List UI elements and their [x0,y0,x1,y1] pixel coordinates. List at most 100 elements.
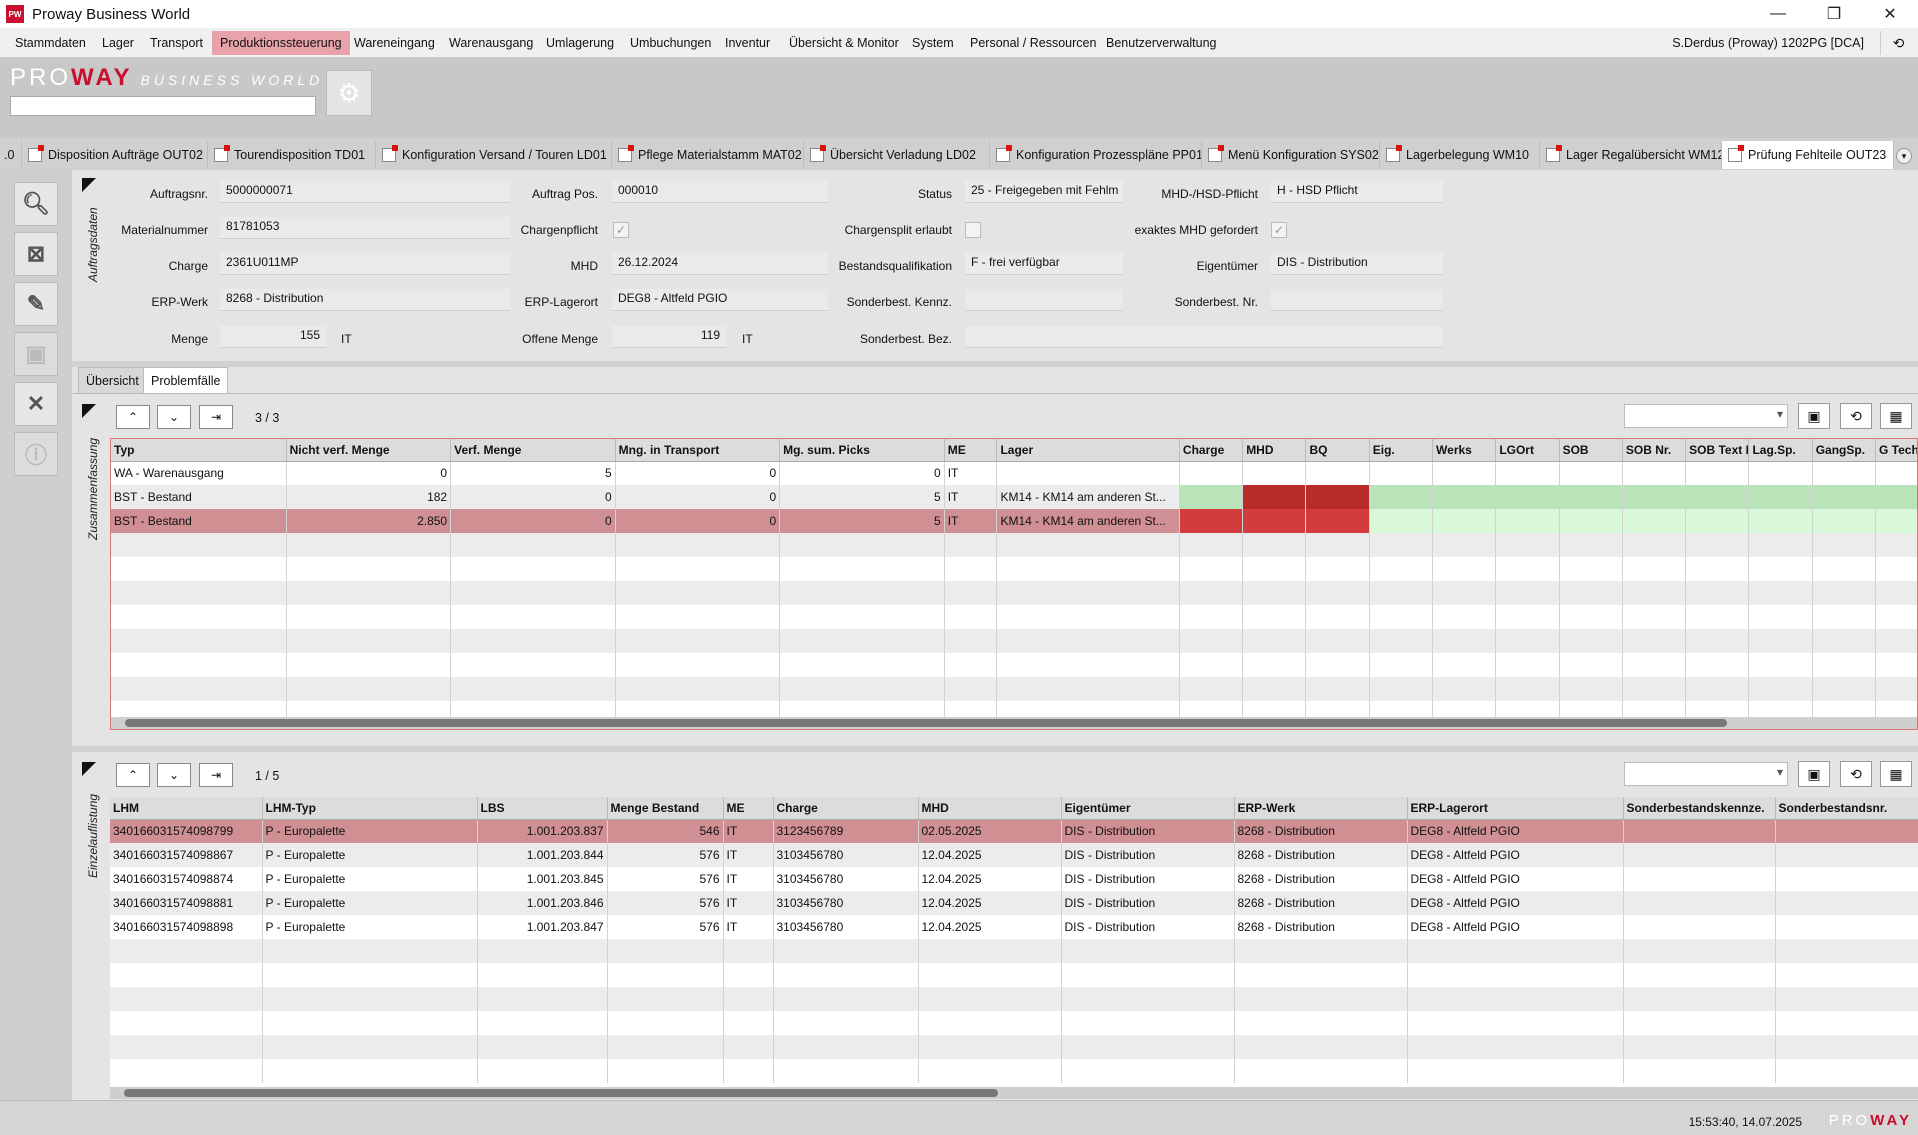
column-header[interactable]: SOB Nr. [1622,439,1687,462]
tab-menue-konfiguration[interactable]: Menü Konfiguration SYS02 [1202,141,1380,169]
column-header[interactable]: ME [944,439,998,462]
table-row[interactable]: 340166031574098881 P - Europalette 1.001.2… [110,891,1918,915]
tab-pflege-materialstamm[interactable]: Pflege Materialstamm MAT02 [612,141,804,169]
column-header[interactable]: BQ [1305,439,1370,462]
column-header[interactable]: LBS [477,797,608,820]
field-mhd[interactable]: 26.12.2024 [612,253,828,275]
column-header[interactable]: Charge [1179,439,1244,462]
field-offene-menge[interactable]: 119 [612,326,726,348]
column-header[interactable]: LGOrt [1495,439,1560,462]
column-header[interactable]: Verf. Menge [450,439,616,462]
field-auftrag-pos[interactable]: 000010 [612,181,828,203]
table-row[interactable]: WA - Warenausgang 0 5 0 0 IT [111,461,1917,485]
menu-umlagerung[interactable]: Umlagerung [538,31,622,55]
column-header[interactable]: Nicht verf. Menge [286,439,452,462]
column-header[interactable]: SOB Text Res. [1685,439,1750,462]
menu-stammdaten[interactable]: Stammdaten [7,31,94,55]
search-icon[interactable]: 🔍︎ [14,182,58,226]
minimize-button[interactable]: — [1750,0,1806,28]
collapse-all-icon[interactable]: ⌃ [116,763,150,787]
expand-all-icon[interactable]: ⌄ [157,405,191,429]
field-mhd-pflicht[interactable]: H - HSD Pflicht [1271,181,1443,203]
field-sonderbest-nr[interactable] [1271,289,1443,311]
save-icon[interactable]: ▣ [14,332,58,376]
subtab-problemfaelle[interactable]: Problemfälle [143,367,229,393]
quick-search-input[interactable] [10,96,316,116]
expand-all-icon[interactable]: ⌄ [157,763,191,787]
menu-wareneingang[interactable]: Wareneingang [346,31,443,55]
filter-clear-icon[interactable]: ⊠ [14,232,58,276]
tab-konfiguration-prozessplaene[interactable]: Konfiguration Prozesspläne PP01 [990,141,1202,169]
field-sonderbest-kennz[interactable] [965,289,1123,311]
column-header[interactable]: ME [723,797,774,820]
close-window-button[interactable]: ✕ [1862,0,1918,28]
save-layout-icon[interactable]: ▣ [1798,761,1830,787]
menu-transport[interactable]: Transport [142,31,211,55]
columns-grid-icon[interactable]: ▦ [1880,761,1912,787]
field-erp-lagerort[interactable]: DEG8 - Altfeld PGIO [612,289,828,311]
detail-layout-select[interactable] [1624,762,1788,786]
column-header[interactable]: MHD [1242,439,1307,462]
column-header[interactable]: Werks [1432,439,1497,462]
column-header[interactable]: Mg. sum. Picks [779,439,945,462]
column-header[interactable]: Charge [773,797,919,820]
field-bestandsqualifikation[interactable]: F - frei verfügbar [965,253,1123,275]
export-icon[interactable]: ⇥ [199,763,233,787]
checkbox-chargensplit[interactable] [965,222,981,238]
menu-personal-ressourcen[interactable]: Personal / Ressourcen [962,31,1104,55]
tab-pruefung-fehlteile[interactable]: Prüfung Fehlteile OUT23 [1722,141,1894,169]
checkbox-chargenpflicht[interactable]: ✓ [613,222,629,238]
tab-disposition-auftraege[interactable]: Disposition Aufträge OUT02 [22,141,208,169]
tab-lager-regaluebersicht[interactable]: Lager Regalübersicht WM12 [1540,141,1722,169]
detail-hscrollbar[interactable] [110,1087,1918,1099]
tab-list-dropdown-icon[interactable]: ▾ [1896,148,1912,164]
table-row[interactable]: 340166031574098874 P - Europalette 1.001.2… [110,867,1918,891]
column-header[interactable]: G Techn. [1875,439,1917,462]
menu-warenausgang[interactable]: Warenausgang [441,31,541,55]
column-header[interactable]: Eig. [1369,439,1434,462]
scrollbar-thumb[interactable] [124,1089,998,1097]
column-header[interactable]: MHD [918,797,1062,820]
column-header[interactable]: Eigentümer [1061,797,1235,820]
column-header[interactable]: LHM [110,797,263,820]
menu-uebersicht-monitor[interactable]: Übersicht & Monitor [781,31,907,55]
collapse-marker-icon[interactable] [82,762,96,776]
table-row[interactable]: BST - Bestand 182 0 0 5 IT KM14 - KM14 am ande… [111,485,1917,509]
field-menge[interactable]: 155 [220,326,326,348]
column-header[interactable]: Menge Bestand [607,797,724,820]
table-row[interactable]: 340166031574098898 P - Europalette 1.001.2… [110,915,1918,939]
field-eigentuemer[interactable]: DIS - Distribution [1271,253,1443,275]
settings-gear-icon[interactable]: ⚙ [326,70,372,116]
reset-layout-icon[interactable]: ⟲ [1840,761,1872,787]
restore-button[interactable]: ❐ [1806,0,1862,28]
column-header[interactable]: GangSp. [1812,439,1877,462]
columns-grid-icon[interactable]: ▦ [1880,403,1912,429]
column-header[interactable]: Lag.Sp. [1748,439,1813,462]
collapse-all-icon[interactable]: ⌃ [116,405,150,429]
column-header[interactable]: LHM-Typ [262,797,478,820]
save-layout-icon[interactable]: ▣ [1798,403,1830,429]
field-status[interactable]: 25 - Freigegeben mit Fehlm [965,181,1123,203]
checkbox-exaktes-mhd[interactable]: ✓ [1271,222,1287,238]
menu-produktionssteuerung[interactable]: Produktionssteuerung [212,31,350,55]
tab-tourendisposition[interactable]: Tourendisposition TD01 [208,141,376,169]
menu-inventur[interactable]: Inventur [717,31,778,55]
menu-umbuchungen[interactable]: Umbuchungen [622,31,719,55]
export-icon[interactable]: ⇥ [199,405,233,429]
table-row[interactable]: BST - Bestand 2.850 0 0 5 IT KM14 - KM14 am an… [111,509,1917,533]
tab-overflow[interactable]: .0 [0,141,22,169]
table-row[interactable]: 340166031574098799 P - Europalette 1.001.2… [110,819,1918,843]
summary-layout-select[interactable] [1624,404,1788,428]
column-header[interactable]: Sonderbestandskennze. [1623,797,1776,820]
reset-layout-icon[interactable]: ⟲ [1840,403,1872,429]
tab-lagerbelegung[interactable]: Lagerbelegung WM10 [1380,141,1540,169]
menu-system[interactable]: System [904,31,962,55]
column-header[interactable]: Mng. in Transport [615,439,781,462]
table-row[interactable]: 340166031574098867 P - Europalette 1.001.2… [110,843,1918,867]
column-header[interactable]: Lager [996,439,1180,462]
close-icon[interactable]: ✕ [14,382,58,426]
summary-hscrollbar[interactable] [111,717,1917,729]
collapse-marker-icon[interactable] [82,404,96,418]
menu-benutzerverwaltung[interactable]: Benutzerverwaltung [1098,31,1224,55]
column-header[interactable]: Sonderbestandsnr. [1775,797,1918,820]
